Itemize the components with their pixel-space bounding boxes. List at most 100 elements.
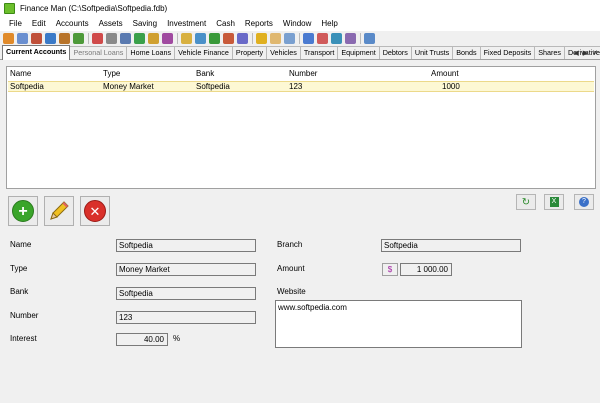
refresh-button[interactable]: ↻ [516, 194, 536, 210]
investment-icon[interactable] [237, 32, 248, 44]
tab-strip: Current Accounts Personal Loans Home Loa… [0, 45, 600, 60]
menu-saving[interactable]: Saving [128, 17, 162, 31]
fixed-deposits-icon[interactable] [162, 32, 173, 44]
website-field[interactable]: www.softpedia.com [275, 300, 522, 348]
tab-property[interactable]: Property [231, 46, 268, 59]
pie-chart-icon[interactable] [317, 32, 328, 44]
table-row[interactable]: Softpedia Money Market Softpedia 123 100… [8, 81, 594, 92]
accounts-list[interactable]: Name Type Bank Number Amount Softpedia M… [6, 66, 596, 189]
cell-amount: 1000 [442, 82, 460, 91]
property-icon[interactable] [59, 32, 70, 44]
column-amount[interactable]: Amount [431, 69, 459, 78]
action-bar: + ✕ ↻ X ? [0, 190, 600, 230]
interest-label: Interest [10, 334, 37, 343]
cell-number: 123 [289, 82, 303, 91]
document-icon[interactable] [284, 32, 295, 44]
cell-name: Softpedia [10, 82, 44, 91]
tab-scroll-right-icon[interactable]: ▶ [583, 49, 588, 57]
menu-bar: File Edit Accounts Assets Saving Investm… [0, 17, 600, 31]
bonds-icon[interactable] [148, 32, 159, 44]
tab-transport[interactable]: Transport [299, 46, 339, 59]
tab-home-loans[interactable]: Home Loans [126, 46, 176, 59]
menu-help[interactable]: Help [316, 17, 342, 31]
tab-shares[interactable]: Shares [534, 46, 565, 59]
tab-personal-loans[interactable]: Personal Loans [69, 46, 128, 59]
personal-loan-icon[interactable] [17, 32, 28, 44]
delete-button[interactable]: ✕ [80, 196, 110, 226]
bar-chart-icon[interactable] [303, 32, 314, 44]
help-button[interactable]: ? [574, 194, 594, 210]
column-name[interactable]: Name [10, 69, 31, 78]
cash-icon[interactable] [209, 32, 220, 44]
shares-icon[interactable] [181, 32, 192, 44]
plus-icon: + [12, 200, 34, 222]
tab-equipment[interactable]: Equipment [337, 46, 380, 59]
tab-vehicles[interactable]: Vehicles [266, 46, 301, 59]
tab-bonds[interactable]: Bonds [452, 46, 481, 59]
toolbar-separator [88, 32, 89, 44]
app-icon [4, 3, 15, 14]
coins-icon[interactable] [256, 32, 267, 44]
menu-file[interactable]: File [4, 17, 27, 31]
excel-icon: X [549, 197, 559, 207]
cell-bank: Softpedia [196, 82, 230, 91]
edit-button[interactable] [44, 196, 74, 226]
refresh-icon: ↻ [521, 196, 531, 208]
cell-type: Money Market [103, 82, 154, 91]
tab-scroll: ◀ ▶ ✕ [573, 46, 598, 60]
type-label: Type [10, 264, 28, 273]
currency-symbol: $ [382, 263, 398, 276]
menu-cash[interactable]: Cash [211, 17, 240, 31]
transport-icon[interactable] [92, 32, 103, 44]
toolbar [0, 31, 600, 45]
derivatives-icon[interactable] [195, 32, 206, 44]
branch-field[interactable]: Softpedia [381, 239, 521, 252]
toolbar-separator [252, 32, 253, 44]
vehicle-icon[interactable] [73, 32, 84, 44]
menu-accounts[interactable]: Accounts [51, 17, 94, 31]
unit-trusts-icon[interactable] [134, 32, 145, 44]
equipment-icon[interactable] [106, 32, 117, 44]
help-icon: ? [579, 197, 589, 207]
tab-fixed-deposits[interactable]: Fixed Deposits [479, 46, 536, 59]
add-button[interactable]: + [8, 196, 38, 226]
title-bar: Finance Man (C:\Softpedia\Softpedia.fdb) [0, 0, 600, 17]
list-header: Name Type Bank Number Amount [7, 69, 595, 80]
bank-label: Bank [10, 287, 29, 296]
vehicle-finance-icon[interactable] [45, 32, 56, 44]
branch-label: Branch [277, 240, 303, 249]
interest-field[interactable]: 40.00 [116, 333, 168, 346]
tab-debtors[interactable]: Debtors [378, 46, 412, 59]
tab-vehicle-finance[interactable]: Vehicle Finance [174, 46, 233, 59]
tab-close-icon[interactable]: ✕ [592, 49, 598, 57]
menu-investment[interactable]: Investment [162, 17, 211, 31]
pencil-icon [50, 201, 69, 220]
report-icon[interactable] [345, 32, 356, 44]
bank-field[interactable]: Softpedia [116, 287, 256, 300]
amount-field[interactable]: 1 000.00 [400, 263, 452, 276]
window-icon[interactable] [364, 32, 375, 44]
column-bank[interactable]: Bank [196, 69, 214, 78]
toolbar-separator [299, 32, 300, 44]
column-number[interactable]: Number [289, 69, 317, 78]
savings-icon[interactable] [223, 32, 234, 44]
website-label: Website [277, 287, 306, 296]
menu-window[interactable]: Window [278, 17, 316, 31]
export-button[interactable]: X [544, 194, 564, 210]
menu-edit[interactable]: Edit [27, 17, 51, 31]
debtors-icon[interactable] [120, 32, 131, 44]
interest-unit: % [173, 334, 181, 343]
menu-assets[interactable]: Assets [94, 17, 128, 31]
thumbs-up-icon[interactable] [270, 32, 281, 44]
tab-unit-trusts[interactable]: Unit Trusts [410, 46, 454, 59]
column-type[interactable]: Type [103, 69, 120, 78]
number-field[interactable]: 123 [116, 311, 256, 324]
name-field[interactable]: Softpedia [116, 239, 256, 252]
menu-reports[interactable]: Reports [240, 17, 278, 31]
home-loan-icon[interactable] [31, 32, 42, 44]
tab-scroll-left-icon[interactable]: ◀ [573, 49, 578, 57]
tab-current-accounts[interactable]: Current Accounts [2, 45, 71, 60]
type-field[interactable]: Money Market [116, 263, 256, 276]
globe-icon[interactable] [331, 32, 342, 44]
current-account-icon[interactable] [3, 32, 14, 44]
